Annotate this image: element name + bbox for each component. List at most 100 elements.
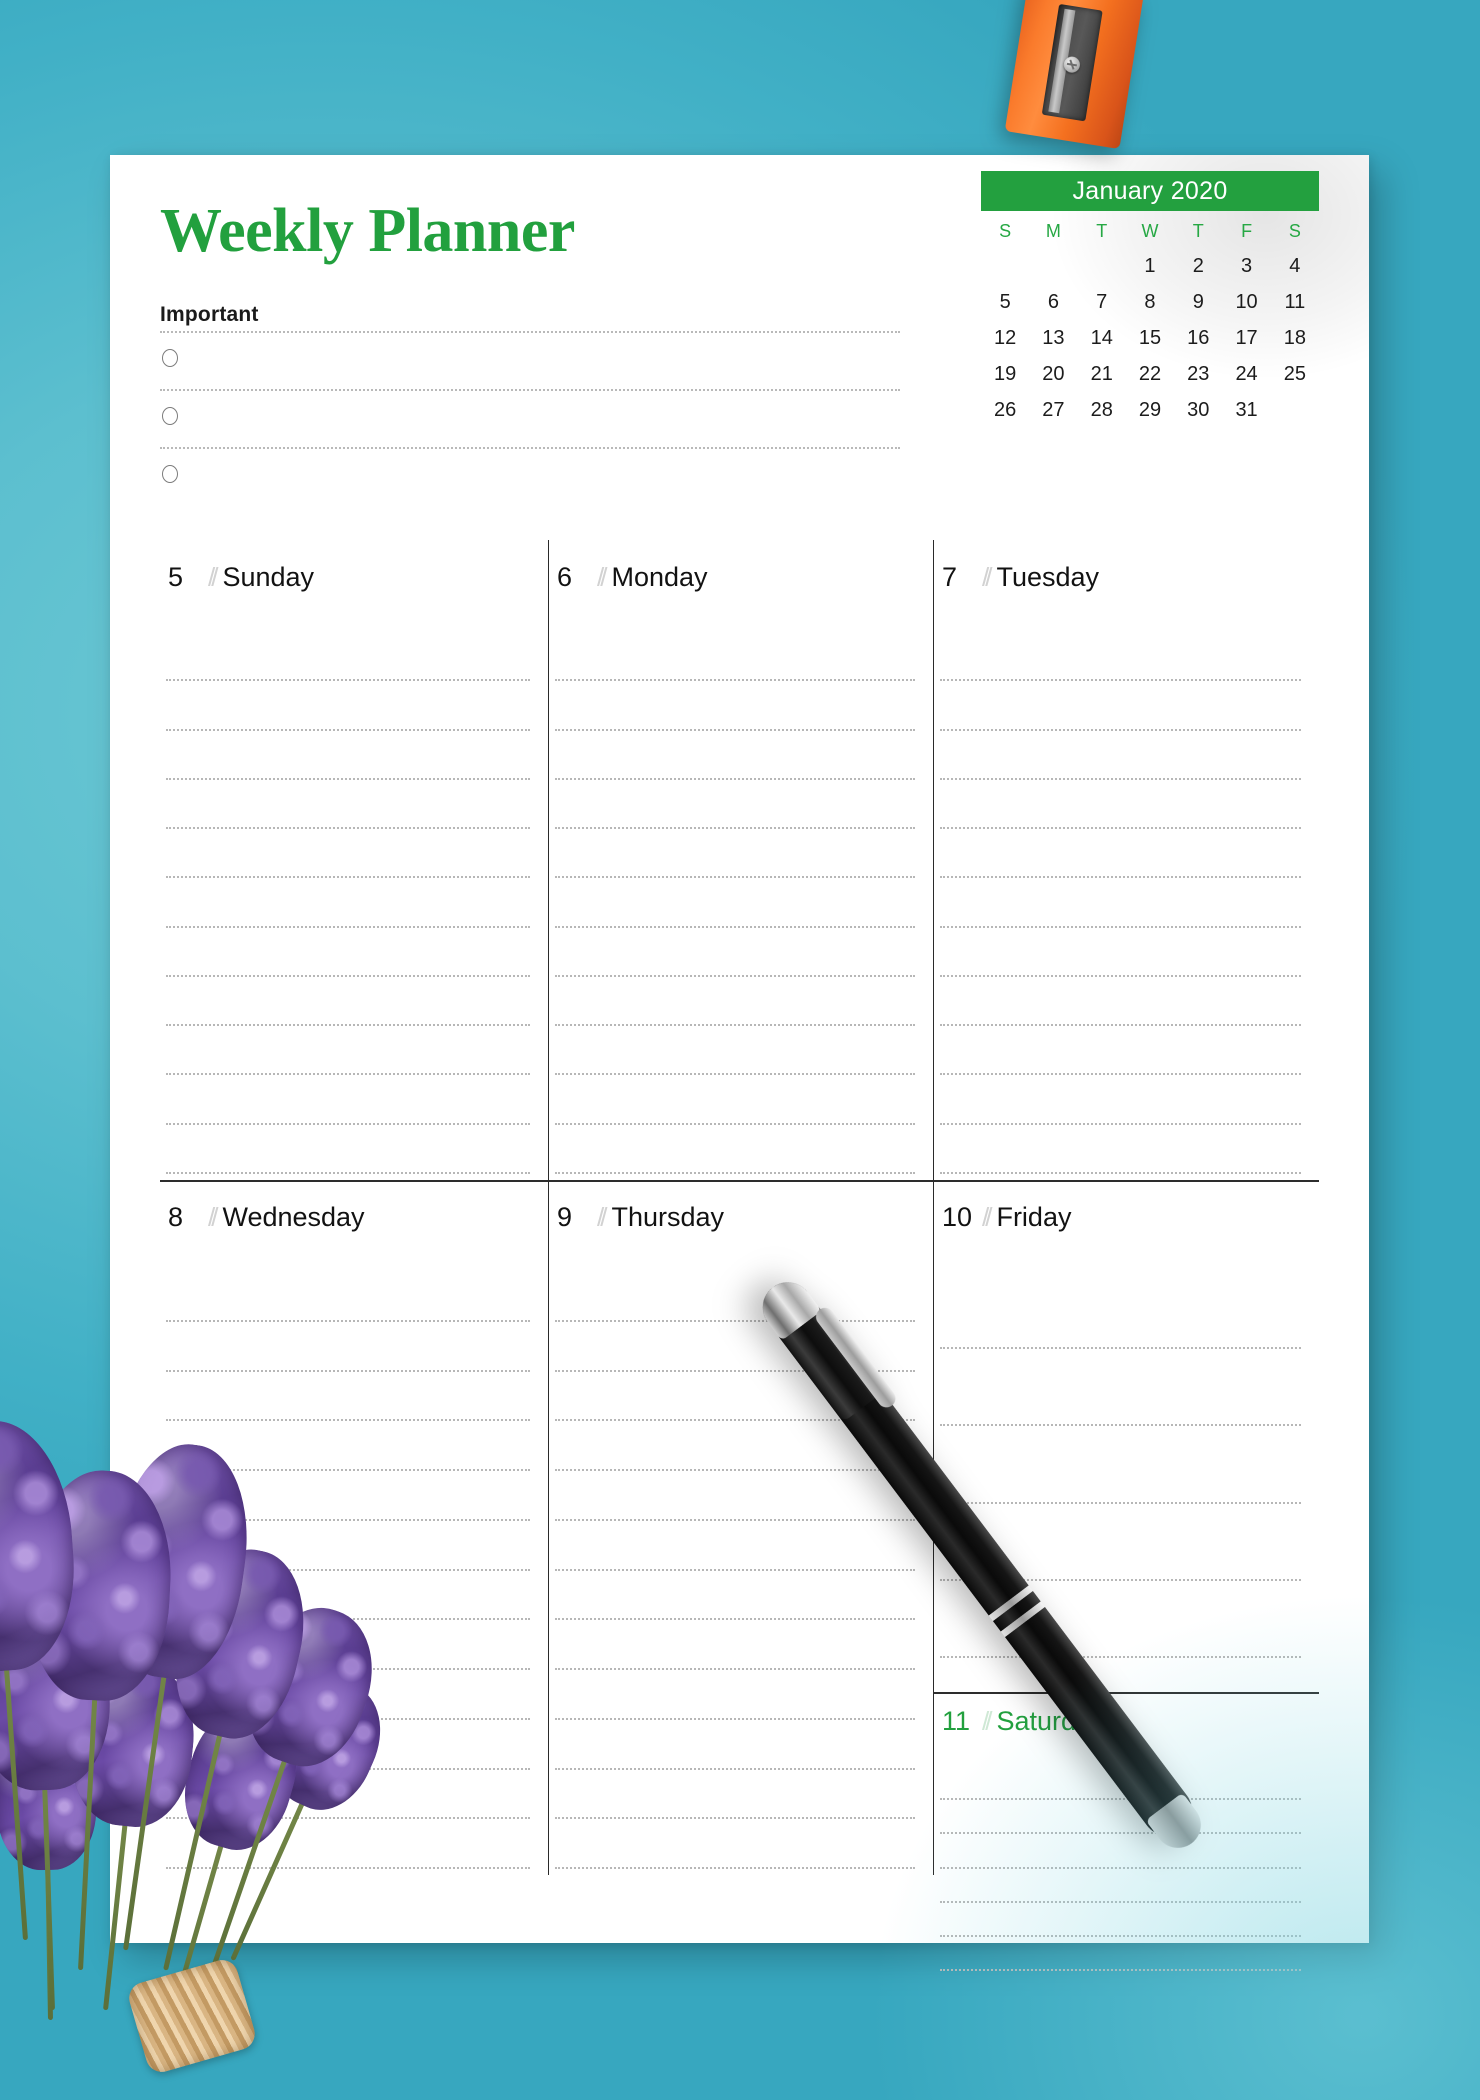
write-line[interactable]: [555, 731, 915, 780]
write-line[interactable]: [940, 632, 1301, 682]
calendar-day[interactable]: 9: [1174, 290, 1222, 314]
calendar-day[interactable]: 15: [1126, 326, 1174, 350]
write-line[interactable]: [555, 1670, 915, 1720]
calendar-day[interactable]: 6: [1029, 290, 1077, 314]
day-cell-monday[interactable]: 6 // Monday: [548, 540, 933, 1180]
write-line[interactable]: [555, 632, 915, 682]
calendar-day[interactable]: 28: [1078, 398, 1126, 422]
write-line[interactable]: [166, 1125, 530, 1174]
write-line[interactable]: [555, 829, 915, 879]
write-line[interactable]: [940, 1075, 1301, 1125]
write-line[interactable]: [940, 928, 1301, 977]
important-item[interactable]: [160, 449, 900, 507]
calendar-day[interactable]: 17: [1222, 326, 1270, 350]
write-line[interactable]: [555, 1026, 915, 1076]
write-line[interactable]: [940, 1125, 1301, 1174]
write-line[interactable]: [166, 1075, 530, 1125]
write-line[interactable]: [555, 1272, 915, 1322]
calendar-day[interactable]: 4: [1271, 254, 1319, 278]
calendar-day[interactable]: 19: [981, 362, 1029, 386]
calendar-day[interactable]: 25: [1271, 362, 1319, 386]
calendar-day[interactable]: 23: [1174, 362, 1222, 386]
write-line[interactable]: [166, 878, 530, 928]
calendar-grid: SMTWTFS 1 2 3 4 5 6 7 8 9 10 11 12 13 14 15 16 17 18 19 20 2…: [981, 220, 1319, 422]
write-line[interactable]: [940, 780, 1301, 830]
checkbox-circle-icon[interactable]: [162, 465, 178, 483]
write-line[interactable]: [166, 681, 530, 731]
write-line[interactable]: [166, 632, 530, 682]
write-lines[interactable]: [555, 632, 915, 1174]
calendar-day[interactable]: 18: [1271, 326, 1319, 350]
week-row-top: 5 // Sunday 6 // Monday 7 // Tuesday: [160, 540, 1319, 1180]
write-line[interactable]: [940, 1026, 1301, 1076]
calendar-day[interactable]: 13: [1029, 326, 1077, 350]
write-line[interactable]: [940, 878, 1301, 928]
write-line[interactable]: [940, 1869, 1301, 1903]
write-line[interactable]: [555, 1720, 915, 1770]
calendar-day[interactable]: 5: [981, 290, 1029, 314]
write-line[interactable]: [555, 1471, 915, 1521]
day-cell-thursday[interactable]: 9 // Thursday: [548, 1180, 933, 1875]
write-line[interactable]: [555, 1125, 915, 1174]
calendar-day[interactable]: 26: [981, 398, 1029, 422]
write-lines[interactable]: [166, 632, 530, 1174]
calendar-day[interactable]: 20: [1029, 362, 1077, 386]
calendar-day[interactable]: 10: [1222, 290, 1270, 314]
slash-separator-icon: //: [982, 1706, 993, 1736]
write-line[interactable]: [940, 731, 1301, 780]
write-line[interactable]: [166, 1372, 530, 1422]
calendar-day[interactable]: 7: [1078, 290, 1126, 314]
checkbox-circle-icon[interactable]: [162, 349, 178, 367]
calendar-day[interactable]: 12: [981, 326, 1029, 350]
calendar-day[interactable]: 31: [1222, 398, 1270, 422]
important-item[interactable]: [160, 391, 900, 449]
important-item[interactable]: [160, 333, 900, 391]
write-line[interactable]: [940, 977, 1301, 1027]
calendar-day[interactable]: 3: [1222, 254, 1270, 278]
write-line[interactable]: [940, 1834, 1301, 1869]
calendar-day[interactable]: 1: [1126, 254, 1174, 278]
write-line[interactable]: [555, 681, 915, 731]
calendar-day[interactable]: 2: [1174, 254, 1222, 278]
checkbox-circle-icon[interactable]: [162, 407, 178, 425]
write-line[interactable]: [940, 1903, 1301, 1937]
calendar-day[interactable]: 30: [1174, 398, 1222, 422]
write-line[interactable]: [555, 928, 915, 977]
write-line[interactable]: [555, 1521, 915, 1571]
calendar-day[interactable]: 16: [1174, 326, 1222, 350]
write-line[interactable]: [166, 731, 530, 780]
write-line[interactable]: [166, 1026, 530, 1076]
write-line[interactable]: [166, 829, 530, 879]
write-line[interactable]: [940, 681, 1301, 731]
day-cell-sunday[interactable]: 5 // Sunday: [160, 540, 548, 1180]
write-line[interactable]: [166, 1272, 530, 1322]
calendar-day[interactable]: 29: [1126, 398, 1174, 422]
write-line[interactable]: [166, 780, 530, 830]
write-line[interactable]: [555, 878, 915, 928]
calendar-day[interactable]: 27: [1029, 398, 1077, 422]
write-line[interactable]: [555, 1770, 915, 1820]
calendar-day[interactable]: 11: [1271, 290, 1319, 314]
write-lines[interactable]: [940, 632, 1301, 1174]
day-cell-tuesday[interactable]: 7 // Tuesday: [933, 540, 1319, 1180]
calendar-day[interactable]: 22: [1126, 362, 1174, 386]
write-line[interactable]: [555, 780, 915, 830]
calendar-day[interactable]: 14: [1078, 326, 1126, 350]
write-line[interactable]: [555, 1075, 915, 1125]
write-line[interactable]: [166, 977, 530, 1027]
calendar-day[interactable]: 8: [1126, 290, 1174, 314]
write-line[interactable]: [166, 928, 530, 977]
calendar-day[interactable]: 24: [1222, 362, 1270, 386]
write-line[interactable]: [940, 1272, 1301, 1350]
write-line[interactable]: [555, 1819, 915, 1869]
write-line[interactable]: [940, 1937, 1301, 1972]
slash-separator-icon: //: [208, 562, 219, 592]
write-line[interactable]: [940, 1349, 1301, 1427]
write-line[interactable]: [555, 977, 915, 1027]
write-line[interactable]: [166, 1322, 530, 1372]
write-line[interactable]: [555, 1620, 915, 1670]
write-line[interactable]: [555, 1571, 915, 1621]
calendar-day[interactable]: 21: [1078, 362, 1126, 386]
write-line[interactable]: [940, 829, 1301, 879]
write-line[interactable]: [940, 1426, 1301, 1504]
